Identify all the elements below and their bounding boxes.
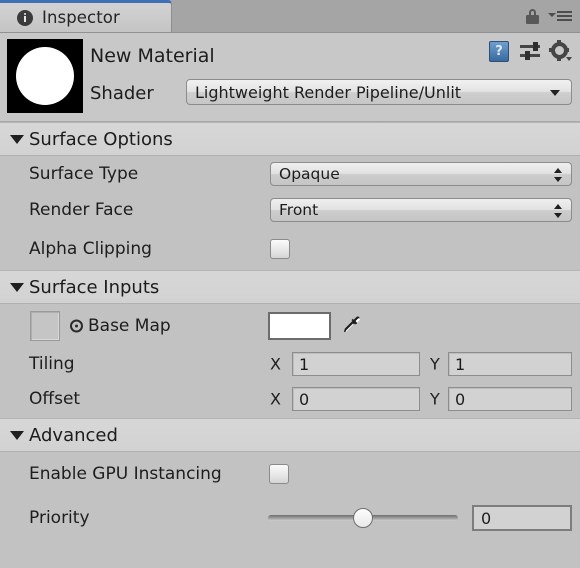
surface-type-dropdown[interactable]: Opaque	[270, 162, 572, 186]
row-priority: Priority 0	[0, 496, 580, 540]
preset-sliders-icon[interactable]	[520, 42, 540, 61]
gpu-instancing-label: Enable GPU Instancing	[29, 464, 222, 484]
row-alpha-clipping: Alpha Clipping	[0, 228, 580, 270]
section-title-surface-options: Surface Options	[29, 128, 173, 150]
surface-type-label: Surface Type	[29, 164, 139, 184]
offset-y-field[interactable]: 0	[448, 387, 572, 411]
render-face-label: Render Face	[29, 200, 134, 220]
row-base-map: Base Map	[0, 304, 580, 348]
material-name: New Material	[90, 45, 215, 67]
foldout-triangle-icon	[10, 430, 24, 440]
inspector-window: Inspector New Material Shader Lightweigh…	[0, 0, 580, 568]
row-offset: Offset X 0 Y 0	[0, 380, 580, 418]
section-header-surface-inputs[interactable]: Surface Inputs	[0, 270, 580, 304]
shader-dropdown[interactable]: Lightweight Render Pipeline/Unlit	[186, 79, 572, 105]
tab-bar-actions	[526, 0, 572, 32]
render-face-dropdown[interactable]: Front	[270, 198, 572, 222]
tab-bar: Inspector	[0, 0, 580, 33]
section-title-advanced: Advanced	[29, 424, 118, 446]
priority-label: Priority	[29, 508, 90, 528]
foldout-triangle-icon	[10, 282, 24, 292]
base-map-color-swatch[interactable]	[268, 312, 331, 340]
tab-inspector-label: Inspector	[42, 8, 120, 27]
row-surface-type: Surface Type Opaque	[0, 156, 580, 192]
material-header: New Material Shader Lightweight Render P…	[0, 33, 580, 122]
foldout-triangle-icon	[10, 134, 24, 144]
shader-dropdown-value: Lightweight Render Pipeline/Unlit	[195, 82, 462, 102]
target-circle-icon[interactable]	[70, 319, 83, 333]
updown-arrows-icon	[554, 167, 562, 183]
alpha-clipping-label: Alpha Clipping	[29, 239, 152, 259]
base-map-label: Base Map	[88, 316, 171, 336]
chevron-down-icon	[550, 90, 560, 96]
material-header-actions: ?	[489, 39, 572, 62]
offset-x-field[interactable]: 0	[292, 387, 420, 411]
row-tiling: Tiling X 1 Y 1	[0, 348, 580, 380]
tiling-x-field[interactable]: 1	[292, 352, 420, 376]
section-body-surface-options: Surface Type Opaque Render Face Front Al…	[0, 156, 580, 270]
chevron-down-icon	[566, 56, 572, 61]
tab-inspector[interactable]: Inspector	[0, 0, 172, 32]
shader-label: Shader	[90, 83, 154, 104]
render-face-value: Front	[279, 201, 319, 219]
hamburger-menu-icon[interactable]	[548, 9, 572, 23]
tiling-x-label: X	[270, 354, 281, 374]
section-body-advanced: Enable GPU Instancing Priority 0	[0, 452, 580, 540]
section-header-surface-options[interactable]: Surface Options	[0, 122, 580, 156]
help-book-icon[interactable]: ?	[489, 41, 509, 62]
section-title-surface-inputs: Surface Inputs	[29, 276, 160, 298]
surface-type-value: Opaque	[279, 165, 340, 183]
offset-x-label: X	[270, 389, 281, 409]
updown-arrows-icon	[554, 203, 562, 219]
tiling-y-label: Y	[430, 354, 440, 374]
eyedropper-icon[interactable]	[340, 314, 364, 338]
row-render-face: Render Face Front	[0, 192, 580, 228]
base-map-texture-slot[interactable]	[30, 311, 60, 341]
section-header-advanced[interactable]: Advanced	[0, 418, 580, 452]
gpu-instancing-checkbox[interactable]	[269, 464, 289, 484]
info-circle-icon	[17, 9, 33, 26]
tiling-label: Tiling	[29, 354, 75, 374]
offset-y-label: Y	[430, 389, 440, 409]
lock-icon[interactable]	[526, 8, 539, 24]
alpha-clipping-checkbox[interactable]	[270, 239, 290, 259]
offset-label: Offset	[29, 389, 81, 409]
priority-value-field[interactable]: 0	[472, 505, 572, 531]
section-body-surface-inputs: Base Map Tiling X 1 Y 1 Offset X 0 Y 0	[0, 304, 580, 418]
material-sphere-preview	[7, 39, 83, 113]
gear-icon[interactable]	[549, 39, 572, 62]
row-gpu-instancing: Enable GPU Instancing	[0, 452, 580, 496]
tiling-y-field[interactable]: 1	[448, 352, 572, 376]
priority-slider-handle[interactable]	[353, 508, 373, 528]
